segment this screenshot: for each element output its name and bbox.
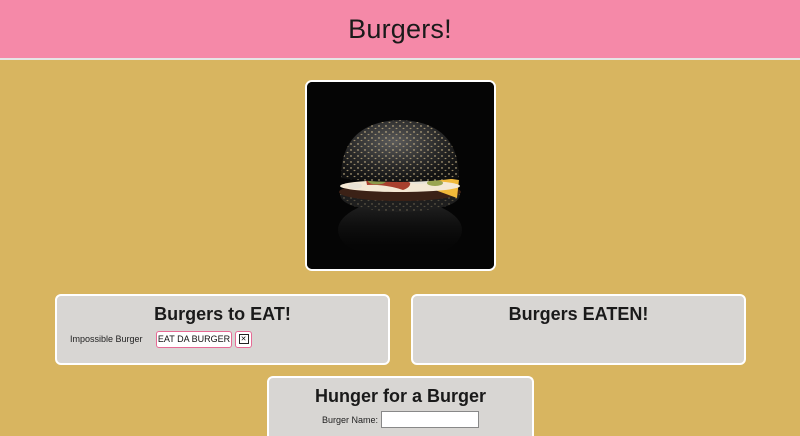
page-title: Burgers! — [348, 13, 452, 44]
close-icon: ✕ — [238, 334, 249, 344]
eat-burger-button[interactable]: EAT DA BURGER — [156, 330, 232, 348]
delete-burger-button[interactable]: ✕ — [235, 330, 252, 348]
page-header: Burgers! — [0, 0, 800, 60]
burgers-to-eat-title: Burgers to EAT! — [154, 304, 291, 324]
list-item: Impossible Burger EAT DA BURGER ✕ — [70, 330, 252, 348]
burger-photo — [305, 80, 496, 271]
form-title: Hunger for a Burger — [314, 386, 487, 406]
add-burger-form: Hunger for a Burger Burger Name: — [267, 376, 534, 436]
burger-image — [307, 82, 494, 269]
burger-name: Impossible Burger — [70, 334, 143, 344]
burgers-eaten-title: Burgers EATEN! — [508, 304, 649, 324]
burgers-to-eat-panel: Burgers to EAT! Impossible Burger EAT DA… — [55, 294, 390, 365]
burger-name-input[interactable] — [381, 411, 480, 428]
burger-name-row: Burger Name: — [269, 411, 532, 428]
burger-name-label: Burger Name: — [321, 414, 379, 425]
burgers-eaten-panel: Burgers EATEN! — [411, 294, 746, 365]
